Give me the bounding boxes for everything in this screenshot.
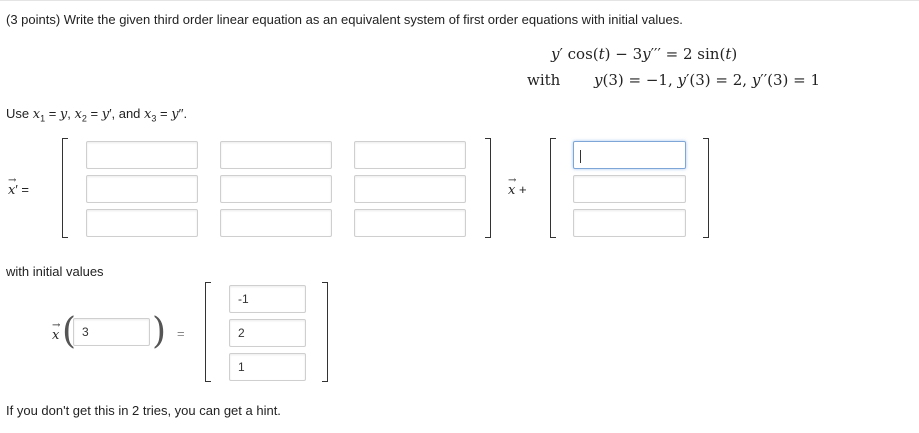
initial-conditions: y(3) = −1, y′(3) = 2, y′′(3) = 1 <box>594 71 821 89</box>
forcing-cell-1[interactable] <box>573 141 686 169</box>
matrix-cell-1-3[interactable] <box>354 141 466 169</box>
matrix-cell-1-2[interactable] <box>220 141 332 169</box>
with-label: with <box>527 71 561 89</box>
initial-values-label: with initial values <box>6 264 104 279</box>
initial-value-2[interactable] <box>229 319 306 347</box>
substitution-line: Use x1 = y, x2 = y′, and x3 = y′′. <box>6 106 188 124</box>
text-cursor <box>580 150 581 163</box>
matrix-cell-2-1[interactable] <box>86 175 198 203</box>
iv-left-bracket <box>205 282 211 382</box>
forcing-cell-2[interactable] <box>573 175 686 203</box>
matrix-right-bracket <box>485 138 491 238</box>
x-prime-label: → x′ = <box>8 175 29 198</box>
matrix-cell-3-3[interactable] <box>354 209 466 237</box>
initial-value-1[interactable] <box>229 285 306 313</box>
hint-text: If you don't get this in 2 tries, you ca… <box>6 403 281 418</box>
matrix-cell-1-1[interactable] <box>86 141 198 169</box>
forcing-cell-3[interactable] <box>573 209 686 237</box>
matrix-left-bracket <box>62 138 68 238</box>
problem-statement: (3 points) Write the given third order l… <box>6 12 683 27</box>
x-of-label: → x <box>52 320 61 343</box>
forcing-right-bracket <box>703 138 709 238</box>
matrix-cell-2-3[interactable] <box>354 175 466 203</box>
right-paren: ) <box>152 311 167 352</box>
matrix-cell-3-1[interactable] <box>86 209 198 237</box>
matrix-cell-3-2[interactable] <box>220 209 332 237</box>
matrix-cell-2-2[interactable] <box>220 175 332 203</box>
initial-value-3[interactable] <box>229 353 306 381</box>
differential-equation: y′ cos(t) − 3y′′′ = 2 sin(t) <box>551 45 738 63</box>
forcing-left-bracket <box>550 138 556 238</box>
iv-right-bracket <box>322 282 328 382</box>
equals-sign: = <box>177 326 185 341</box>
initial-time-input[interactable] <box>73 318 150 346</box>
top-divider <box>0 0 919 1</box>
x-plus-label: → x + <box>508 175 527 198</box>
